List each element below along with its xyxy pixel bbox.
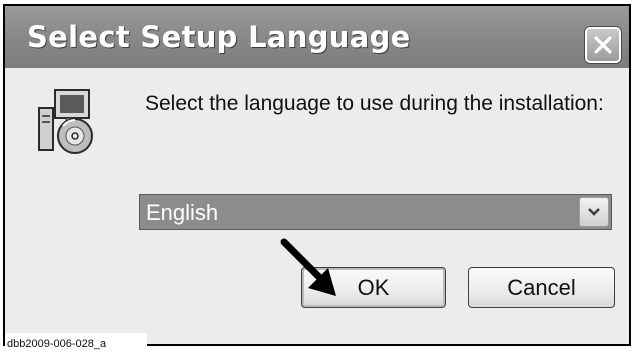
chevron-down-icon [588, 208, 600, 216]
instruction-text: Select the language to use during the in… [145, 92, 604, 115]
dialog-window: Select Setup Language Select the languag… [3, 4, 631, 355]
window-title: Select Setup Language [27, 20, 411, 54]
figure-caption: dbb2009-006-028_a [5, 333, 147, 355]
language-select[interactable]: English [139, 194, 612, 230]
arrow-pointer-icon [280, 238, 336, 296]
cancel-button[interactable]: Cancel [468, 267, 615, 308]
close-icon [594, 36, 612, 54]
language-select-arrow-button[interactable] [579, 197, 609, 227]
dialog-client: Select the language to use during the in… [5, 68, 629, 344]
setup-computer-disc-icon [33, 86, 103, 161]
language-select-value: English [146, 200, 219, 225]
title-bar: Select Setup Language [5, 6, 629, 69]
close-button[interactable] [585, 27, 621, 63]
